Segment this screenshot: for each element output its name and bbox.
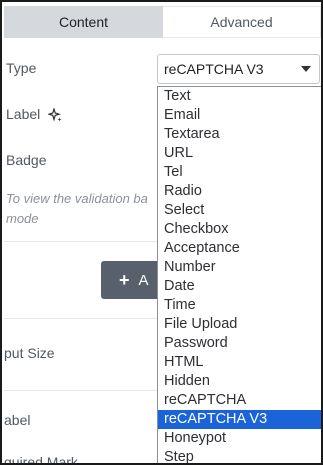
- badge-label: Badge: [6, 152, 47, 168]
- option-checkbox[interactable]: Checkbox: [158, 220, 321, 239]
- option-email[interactable]: Email: [158, 106, 321, 125]
- tab-bar: Content Advanced: [4, 6, 321, 38]
- type-label: Type: [6, 60, 37, 76]
- plus-icon: +: [119, 269, 130, 290]
- option-honeypot[interactable]: Honeypot: [158, 429, 321, 448]
- option-textarea[interactable]: Textarea: [158, 125, 321, 144]
- label2-label: abel: [4, 412, 31, 428]
- option-number[interactable]: Number: [158, 258, 321, 277]
- editor-panel: Content Advanced Type reCAPTCHA V3 Label…: [0, 0, 323, 465]
- option-text[interactable]: Text: [158, 87, 321, 106]
- option-file-upload[interactable]: File Upload: [158, 315, 321, 334]
- caret-down-icon: [301, 66, 311, 72]
- sparkle-icon[interactable]: [48, 108, 62, 122]
- option-url[interactable]: URL: [158, 144, 321, 163]
- option-recaptcha-v3[interactable]: reCAPTCHA V3: [158, 410, 321, 429]
- tab-advanced[interactable]: Advanced: [163, 6, 321, 38]
- required-mark-label: quired Mark: [4, 454, 78, 465]
- option-acceptance[interactable]: Acceptance: [158, 239, 321, 258]
- option-date[interactable]: Date: [158, 277, 321, 296]
- option-radio[interactable]: Radio: [158, 182, 321, 201]
- option-html[interactable]: HTML: [158, 353, 321, 372]
- option-recaptcha[interactable]: reCAPTCHA: [158, 391, 321, 410]
- option-step[interactable]: Step: [158, 448, 321, 463]
- option-select[interactable]: Select: [158, 201, 321, 220]
- type-dropdown-list[interactable]: Text Email Textarea URL Tel Radio Select…: [157, 86, 321, 463]
- label-label: Label: [6, 106, 41, 122]
- option-password[interactable]: Password: [158, 334, 321, 353]
- option-hidden[interactable]: Hidden: [158, 372, 321, 391]
- add-button-label: A: [138, 271, 149, 289]
- type-select-value: reCAPTCHA V3: [164, 61, 264, 77]
- validation-hint: To view the validation ba mode: [6, 191, 148, 226]
- tab-content[interactable]: Content: [4, 6, 163, 38]
- input-size-label: put Size: [4, 345, 55, 361]
- option-tel[interactable]: Tel: [158, 163, 321, 182]
- type-select[interactable]: reCAPTCHA V3: [157, 54, 320, 84]
- option-time[interactable]: Time: [158, 296, 321, 315]
